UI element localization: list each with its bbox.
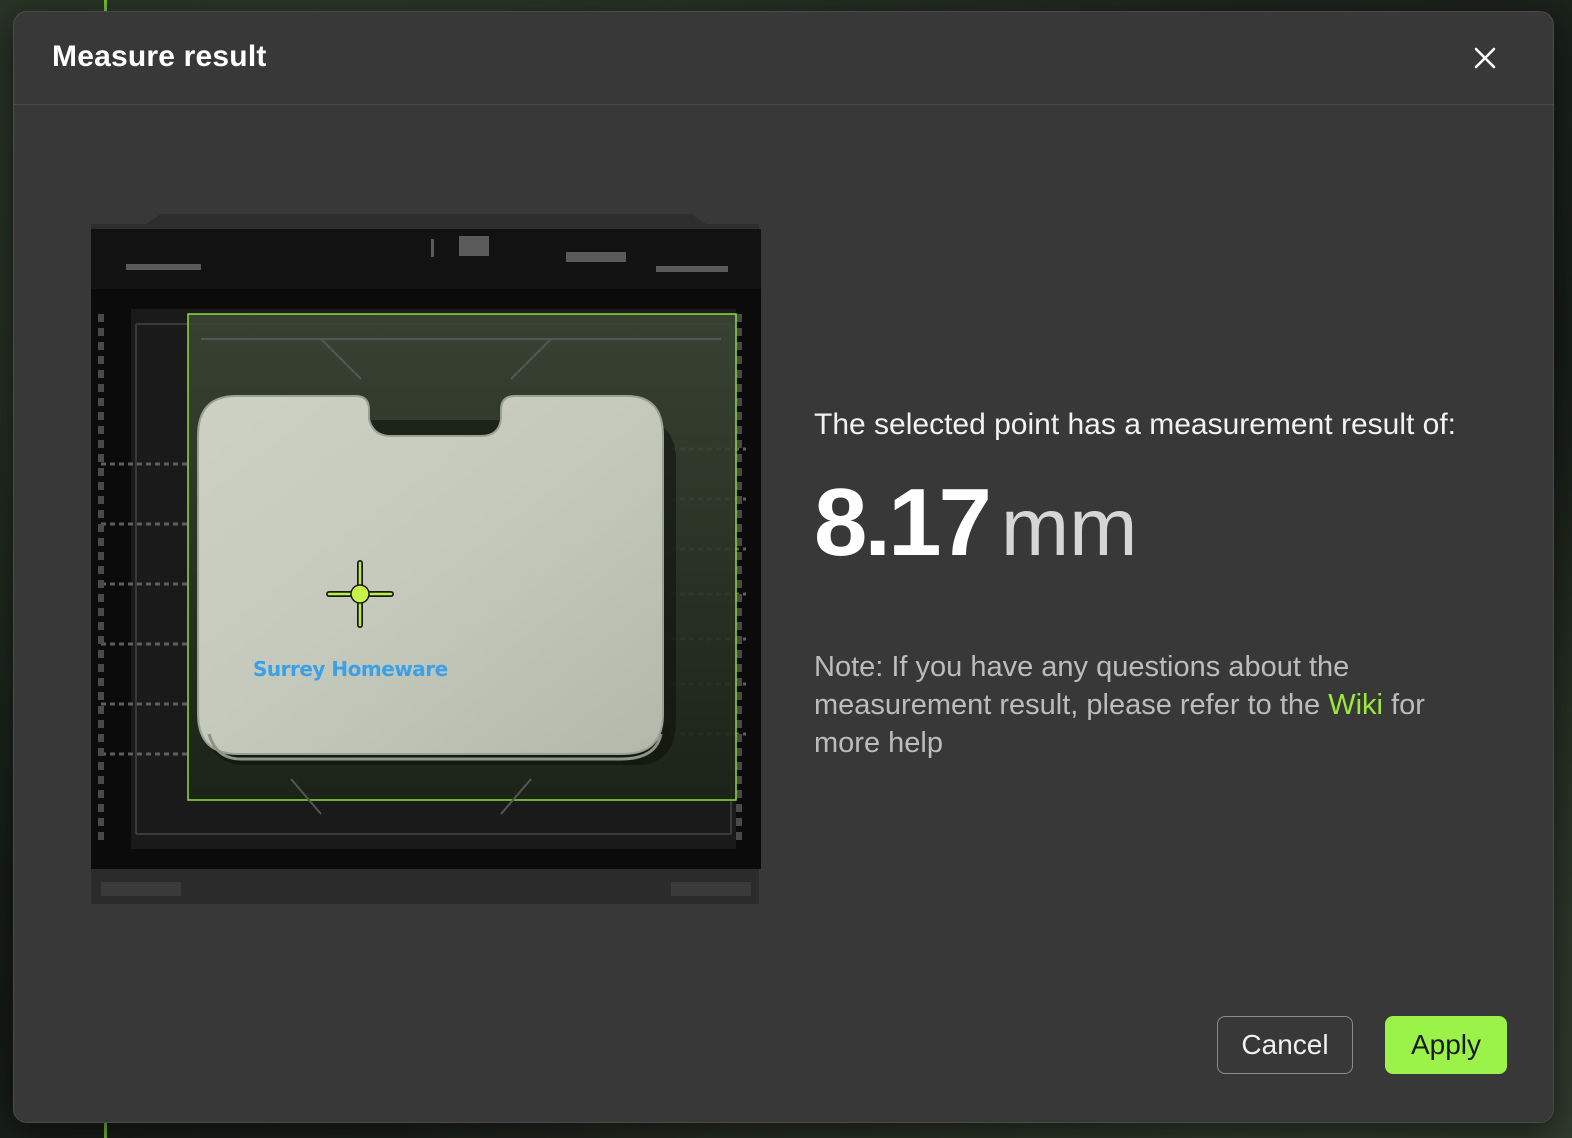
dialog-title: Measure result bbox=[52, 40, 267, 73]
help-note: Note: If you have any questions about th… bbox=[814, 648, 1494, 762]
close-icon bbox=[1474, 47, 1496, 69]
measurement-result: The selected point has a measurement res… bbox=[814, 407, 1514, 576]
close-button[interactable] bbox=[1469, 42, 1501, 74]
camera-preview-image: Surrey Homeware bbox=[91, 214, 761, 904]
result-value-row: 8.17 mm bbox=[814, 475, 1514, 576]
result-unit: mm bbox=[1000, 482, 1138, 573]
note-prefix: Note: If you have any questions about th… bbox=[814, 651, 1350, 721]
wiki-link[interactable]: Wiki bbox=[1328, 689, 1383, 721]
dialog-header: Measure result bbox=[14, 12, 1553, 105]
plate-label-text: Surrey Homeware bbox=[253, 657, 448, 681]
cancel-button[interactable]: Cancel bbox=[1217, 1016, 1353, 1074]
measure-result-dialog: Measure result Surrey Homeware The selec… bbox=[13, 11, 1554, 1123]
result-value: 8.17 bbox=[814, 469, 992, 576]
camera-preview: Surrey Homeware bbox=[91, 214, 761, 904]
apply-button[interactable]: Apply bbox=[1385, 1016, 1507, 1074]
result-label: The selected point has a measurement res… bbox=[814, 408, 1457, 441]
